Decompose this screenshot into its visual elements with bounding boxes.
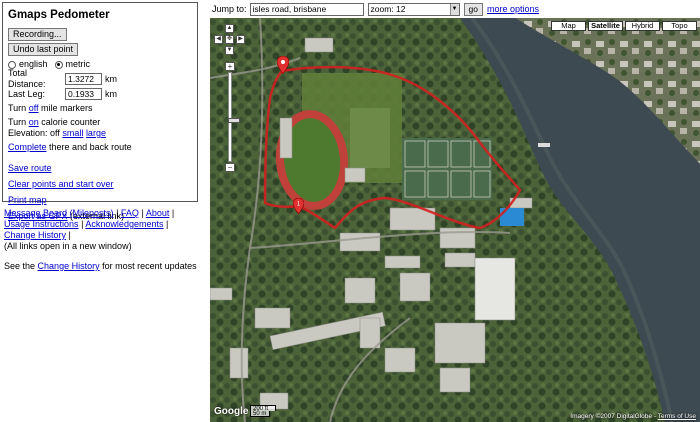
jump-to-label: Jump to: [212, 4, 247, 14]
complete-link[interactable]: Complete [8, 142, 47, 152]
english-radio[interactable] [8, 60, 16, 69]
map-scale: 200 ft 50 m [250, 405, 276, 417]
map-type-selector: Map Satellite Hybrid Topo [551, 21, 697, 31]
zoom-control: + − [225, 62, 240, 172]
total-distance-unit: km [105, 73, 117, 84]
imagery-credit: Imagery ©2007 DigitalGlobe - [570, 413, 656, 420]
map-attribution: Imagery ©2007 DigitalGlobe - Terms of Us… [570, 413, 696, 420]
pedometer-panel: Gmaps Pedometer Recording... Undo last p… [2, 2, 198, 221]
see-suffix: for most recent updates [102, 261, 197, 271]
last-leg-unit: km [105, 88, 117, 99]
footer-links: Message Board (Mileposts) | FAQ | About … [4, 208, 200, 272]
zoom-select[interactable]: zoom: 12 ▼ [367, 2, 460, 16]
tennis-courts [402, 138, 492, 200]
waypoint-marker-icon[interactable]: 1 [293, 198, 304, 214]
calorie-suffix: calorie counter [41, 117, 101, 127]
elevation-small-link[interactable]: small [62, 128, 83, 138]
zoom-slider-handle[interactable] [228, 118, 240, 123]
calorie-prefix: Turn [8, 117, 27, 127]
map-type-topo-button[interactable]: Topo [662, 21, 697, 31]
map-type-map-button[interactable]: Map [551, 21, 586, 31]
pan-left-icon[interactable]: ◀ [214, 35, 223, 44]
change-history-link[interactable]: Change History [4, 230, 66, 240]
change-history-inline-link[interactable]: Change History [38, 261, 100, 271]
calorie-on-link[interactable]: on [29, 117, 39, 127]
map-type-hybrid-button[interactable]: Hybrid [625, 21, 660, 31]
total-distance-row: Total Distance: km [8, 68, 192, 89]
separator: | [141, 208, 144, 218]
total-distance-field[interactable] [65, 73, 102, 85]
total-distance-label: Total Distance: [8, 68, 46, 89]
calorie-counter-line: Turn on calorie counter [8, 117, 192, 128]
new-window-note: (All links open in a new window) [4, 241, 132, 251]
chevron-down-icon: ▼ [449, 3, 459, 15]
mile-markers-line: Turn off mile markers [8, 103, 192, 114]
mile-markers-prefix: Turn [8, 103, 27, 113]
acknowledgements-link[interactable]: Acknowledgements [85, 219, 163, 229]
complete-suffix: there and back route [49, 142, 132, 152]
pan-right-icon[interactable]: ▶ [236, 35, 245, 44]
message-board-link[interactable]: Message Board (Mileposts) [4, 208, 114, 218]
metric-label: metric [65, 59, 91, 69]
map-type-satellite-button[interactable]: Satellite [588, 21, 623, 31]
print-map-link[interactable]: Print map [8, 195, 47, 205]
last-leg-label: Last Leg: [8, 88, 46, 99]
usage-instructions-link[interactable]: Usage Instructions [4, 219, 79, 229]
change-history-note: See the Change History for most recent u… [4, 261, 200, 272]
jump-to-input[interactable] [249, 2, 364, 16]
last-leg-row: Last Leg: km [8, 87, 192, 101]
zoom-out-icon[interactable]: − [225, 163, 235, 172]
elevation-large-link[interactable]: large [86, 128, 106, 138]
map-toolbar: Jump to: zoom: 12 ▼ go more options [212, 2, 539, 16]
separator: | [81, 219, 84, 229]
separator: | [116, 208, 119, 218]
separator: | [68, 230, 71, 240]
pan-down-icon[interactable]: ▼ [225, 46, 234, 55]
pan-center-icon[interactable]: ✥ [225, 35, 234, 44]
satellite-map[interactable]: 1 Map Satellite Hybrid Topo ▲ ◀ ✥ ▶ ▼ + … [210, 18, 700, 422]
elevation-label: Elevation: [8, 128, 48, 138]
google-logo: Google [214, 406, 249, 417]
faq-link[interactable]: FAQ [121, 208, 139, 218]
mile-markers-off-link[interactable]: off [29, 103, 39, 113]
last-leg-field[interactable] [65, 88, 102, 100]
zoom-in-icon[interactable]: + [225, 62, 235, 71]
zoom-slider-track[interactable] [228, 72, 240, 162]
mile-markers-suffix: mile markers [41, 103, 93, 113]
undo-last-point-button[interactable]: Undo last point [8, 43, 79, 56]
satellite-imagery [210, 18, 700, 422]
metric-radio[interactable] [54, 60, 63, 69]
elevation-line: Elevation: off small large [8, 128, 192, 139]
complete-route-line: Complete there and back route [8, 142, 192, 153]
separator: | [165, 219, 169, 229]
about-link[interactable]: About [146, 208, 170, 218]
zoom-select-value: zoom: 12 [370, 4, 406, 14]
save-route-link[interactable]: Save route [8, 163, 52, 173]
see-prefix: See the [4, 261, 36, 271]
start-marker-icon[interactable] [277, 56, 289, 74]
pan-control: ▲ ◀ ✥ ▶ ▼ [214, 24, 246, 56]
recording-button[interactable]: Recording... [8, 28, 67, 41]
clear-points-link[interactable]: Clear points and start over [8, 179, 114, 189]
go-button[interactable]: go [463, 2, 483, 16]
more-options-link[interactable]: more options [487, 4, 539, 14]
separator: | [171, 208, 175, 218]
elevation-off-text: off [50, 128, 60, 138]
terms-of-use-link[interactable]: Terms of Use [658, 413, 696, 420]
pan-up-icon[interactable]: ▲ [225, 24, 234, 33]
panel-title: Gmaps Pedometer [8, 9, 110, 21]
